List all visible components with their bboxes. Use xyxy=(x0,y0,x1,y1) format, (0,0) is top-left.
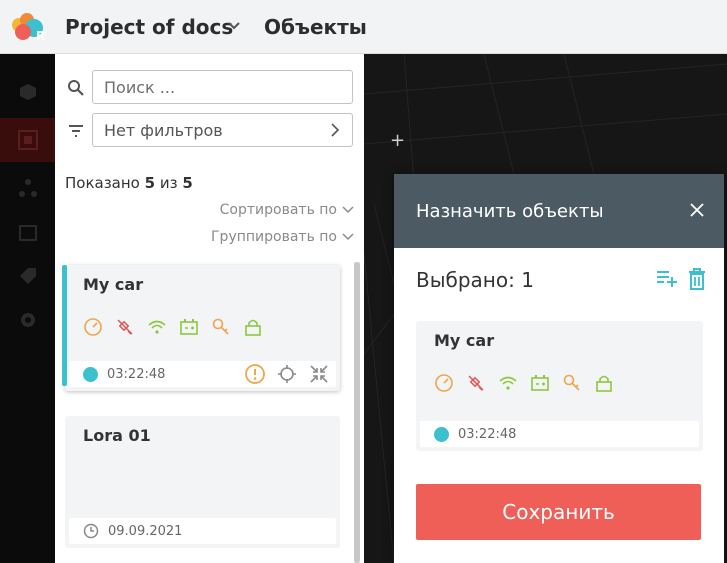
selection-actions xyxy=(656,268,706,290)
object-time: 03:22:48 xyxy=(107,366,166,382)
object-card[interactable]: My car 03:22:48 xyxy=(62,265,340,391)
shown-count: 5 xyxy=(144,174,156,192)
objects-icon xyxy=(17,130,38,150)
battery-icon xyxy=(180,319,198,335)
shown-prefix: Показано xyxy=(65,174,140,192)
object-date: 09.09.2021 xyxy=(108,523,183,539)
object-card-footer: 03:22:48 xyxy=(420,421,699,447)
page-title: Объекты xyxy=(264,15,367,39)
object-card[interactable]: Lora 01 09.09.2021 xyxy=(65,416,340,548)
gear-icon xyxy=(20,313,35,327)
nav-rail xyxy=(0,54,55,563)
rail-item-calendar[interactable] xyxy=(0,210,55,254)
search-icon xyxy=(68,80,84,96)
object-time: 03:22:48 xyxy=(458,426,517,442)
modal-title: Назначить объекты xyxy=(416,201,604,222)
chevron-down-icon xyxy=(342,233,354,241)
save-button[interactable]: Сохранить xyxy=(416,484,701,540)
sort-dropdown[interactable]: Сортировать по xyxy=(220,202,355,218)
group-label: Группировать по xyxy=(211,229,337,245)
selected-object-card[interactable]: My car 03:22:48 xyxy=(416,321,703,451)
add-list-icon[interactable] xyxy=(656,268,678,288)
search-input[interactable] xyxy=(92,70,353,104)
rail-item-reports[interactable] xyxy=(0,70,55,114)
shown-counter: Показано 5 из 5 xyxy=(65,174,193,192)
project-title[interactable]: Project of docs xyxy=(65,15,233,39)
tag-icon xyxy=(19,268,36,284)
satellite-off-icon xyxy=(468,375,484,391)
alert-icon[interactable] xyxy=(244,363,266,385)
box-icon xyxy=(19,84,36,100)
modal-header: Назначить объекты xyxy=(394,174,724,248)
object-card-footer: 09.09.2021 xyxy=(69,518,336,544)
calendar-icon xyxy=(18,225,37,241)
shown-of: из xyxy=(159,174,178,192)
assign-objects-modal: Назначить объекты Выбрано: 1 My car 03:2… xyxy=(394,174,724,563)
speedometer-icon xyxy=(84,318,102,336)
object-card-footer: 03:22:48 xyxy=(69,361,336,387)
wifi-icon xyxy=(148,320,166,334)
rail-item-objects[interactable] xyxy=(0,118,55,162)
trash-icon[interactable] xyxy=(688,268,706,290)
svg-text:+: + xyxy=(390,130,405,151)
selected-count: Выбрано: 1 xyxy=(416,268,534,292)
rail-item-tags[interactable] xyxy=(0,254,55,298)
shown-total: 5 xyxy=(182,174,193,192)
speedometer-icon xyxy=(435,374,453,392)
chevron-down-icon[interactable] xyxy=(226,18,242,34)
chevron-down-icon xyxy=(342,206,354,214)
object-name: Lora 01 xyxy=(83,426,151,445)
svg-text:R: R xyxy=(36,29,45,43)
lock-icon xyxy=(245,319,261,336)
filter-value: Нет фильтров xyxy=(104,120,223,140)
filter-select[interactable]: Нет фильтров xyxy=(92,113,353,147)
online-status-dot xyxy=(83,366,98,382)
object-status-icons xyxy=(83,317,263,337)
rail-item-hierarchy[interactable] xyxy=(0,166,55,210)
app-logo-icon[interactable]: R xyxy=(8,11,50,45)
object-name: My car xyxy=(83,275,144,294)
key-icon xyxy=(212,318,229,335)
objects-panel: Нет фильтров Показано 5 из 5 Сортировать… xyxy=(55,54,364,563)
collapse-icon[interactable] xyxy=(308,363,330,385)
locate-icon[interactable] xyxy=(276,363,298,385)
rail-item-settings[interactable] xyxy=(0,298,55,342)
lock-icon xyxy=(596,375,612,392)
object-card-actions xyxy=(244,363,330,385)
sort-label: Сортировать по xyxy=(219,202,337,218)
filter-icon xyxy=(69,125,83,137)
clock-icon xyxy=(83,523,99,539)
scrollbar-thumb[interactable] xyxy=(354,262,360,563)
battery-icon xyxy=(531,375,549,391)
object-status-icons xyxy=(434,373,614,393)
wifi-icon xyxy=(499,376,517,390)
close-icon[interactable] xyxy=(688,201,706,219)
satellite-off-icon xyxy=(117,319,133,335)
hierarchy-icon xyxy=(18,179,37,197)
object-name: My car xyxy=(434,331,495,350)
group-dropdown[interactable]: Группировать по xyxy=(211,229,355,245)
top-bar: R Project of docs Объекты xyxy=(0,0,727,54)
online-status-dot xyxy=(434,426,449,442)
key-icon xyxy=(563,374,580,391)
chevron-right-icon xyxy=(331,123,340,137)
